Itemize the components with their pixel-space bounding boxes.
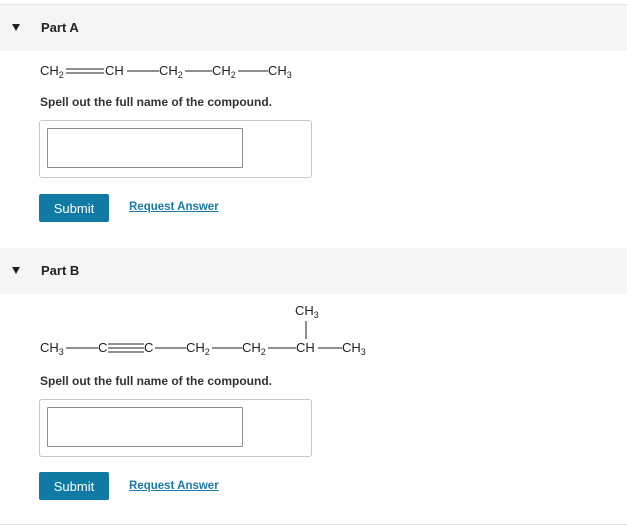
part-b-title: Part B (41, 263, 80, 278)
formula-group: CH (296, 340, 315, 355)
svg-text:CH2: CH2 (212, 63, 236, 80)
formula-group: CH (40, 63, 59, 78)
bottom-divider (0, 524, 627, 525)
part-b-formula: CH3 CH3 C C CH2 CH2 CH CH3 (40, 300, 380, 360)
part-b-request-answer-link[interactable]: Request Answer (129, 480, 219, 492)
part-b-header[interactable]: Part B (0, 248, 627, 294)
formula-subscript: 2 (231, 70, 236, 80)
part-a-request-answer-link[interactable]: Request Answer (129, 201, 219, 213)
part-a-formula: CH2 CH CH2 CH2 CH3 (40, 60, 320, 86)
formula-subscript: 2 (178, 70, 183, 80)
part-a-answer-panel (39, 120, 312, 178)
formula-group: CH (295, 303, 314, 318)
part-a-prompt: Spell out the full name of the compound. (40, 95, 272, 109)
formula-subscript: 3 (361, 347, 366, 357)
formula-group: CH (159, 63, 178, 78)
formula-group: CH (268, 63, 287, 78)
formula-subscript: 3 (314, 310, 319, 320)
part-b-submit-button[interactable]: Submit (39, 472, 109, 500)
formula-group: C (98, 340, 107, 355)
formula-group: C (144, 340, 153, 355)
svg-text:CH3: CH3 (268, 63, 292, 80)
svg-text:CH3: CH3 (342, 340, 366, 357)
part-a-title: Part A (41, 20, 79, 35)
svg-text:CH3: CH3 (40, 340, 64, 357)
formula-group: CH (40, 340, 59, 355)
svg-text:CH2: CH2 (242, 340, 266, 357)
formula-subscript: 3 (59, 347, 64, 357)
formula-group: CH (342, 340, 361, 355)
formula-subscript: 3 (287, 70, 292, 80)
formula-subscript: 2 (205, 347, 210, 357)
part-b-answer-input[interactable] (47, 407, 243, 447)
svg-text:CH3: CH3 (295, 303, 319, 320)
formula-group: CH (212, 63, 231, 78)
svg-text:CH2: CH2 (40, 63, 64, 80)
formula-subscript: 2 (261, 347, 266, 357)
svg-text:CH2: CH2 (159, 63, 183, 80)
svg-text:CH2: CH2 (186, 340, 210, 357)
caret-down-icon[interactable] (12, 24, 20, 31)
part-b-answer-panel (39, 399, 312, 457)
part-b-prompt: Spell out the full name of the compound. (40, 374, 272, 388)
part-a-submit-button[interactable]: Submit (39, 194, 109, 222)
part-a-header[interactable]: Part A (0, 5, 627, 51)
caret-down-icon[interactable] (12, 267, 20, 274)
formula-group: CH (242, 340, 261, 355)
formula-group: CH (186, 340, 205, 355)
formula-subscript: 2 (59, 70, 64, 80)
part-a-answer-input[interactable] (47, 128, 243, 168)
formula-group: CH (105, 63, 124, 78)
